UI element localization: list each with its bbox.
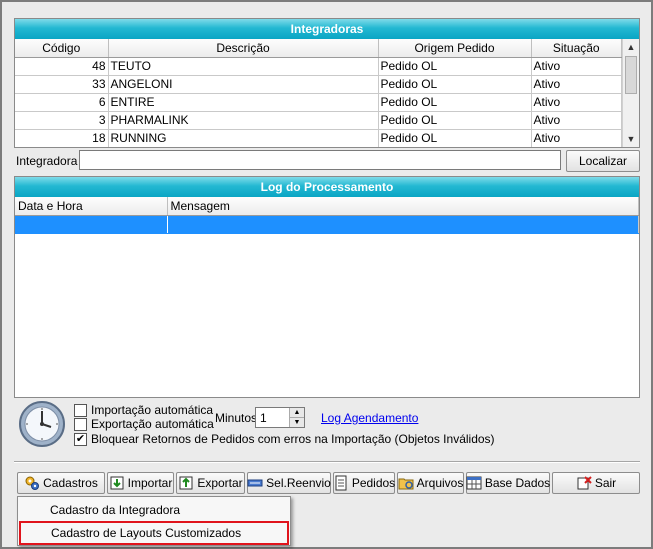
importar-label: Importar [127,476,173,490]
scroll-thumb[interactable] [625,56,637,94]
integradoras-title: Integradoras [15,19,639,39]
scroll-up-icon[interactable]: ▲ [623,39,639,55]
importar-button[interactable]: Importar [107,472,174,494]
col-situacao[interactable]: Situação [531,39,622,58]
sel-reenvio-button[interactable]: Sel.Reenvio [247,472,331,494]
exportar-label: Exportar [197,476,243,490]
pedidos-label: Pedidos [351,476,396,490]
stepper-up-icon[interactable]: ▲ [289,408,304,418]
block-returns-option[interactable]: ✔ Bloquear Retornos de Pedidos com erros… [74,432,495,446]
exportar-button[interactable]: Exportar [176,472,245,494]
export-auto-label: Exportação automática [91,417,214,431]
minutes-label: Minutos [215,411,258,425]
base-dados-label: Base Dados [484,476,551,490]
table-row[interactable]: 6 ENTIRE Pedido OL Ativo [15,93,622,112]
resend-icon [247,475,263,491]
table-row[interactable]: 18 RUNNING Pedido OL Ativo [15,129,622,147]
table-row[interactable]: 33 ANGELONI Pedido OL Ativo [15,75,622,94]
cell-codigo: 48 [15,57,109,76]
minutes-stepper[interactable]: 1 ▲ ▼ [255,407,305,428]
cell-origem: Pedido OL [378,111,532,130]
cell-codigo: 6 [15,93,109,112]
main-window: Integradoras Código Descrição Origem Ped… [0,0,653,549]
cell-origem: Pedido OL [378,129,532,147]
integradora-input[interactable] [79,150,561,170]
log-title: Log do Processamento [15,177,639,197]
table-row[interactable]: 48 TEUTO Pedido OL Ativo [15,57,622,76]
cell-codigo: 3 [15,111,109,130]
arquivos-label: Arquivos [416,476,464,490]
cadastros-button[interactable]: Cadastros [17,472,105,494]
toolbar-divider [14,461,640,463]
cell-data-hora [15,215,168,234]
block-returns-checkbox[interactable]: ✔ [74,432,87,446]
cell-situacao: Ativo [531,129,622,147]
localizar-button[interactable]: Localizar [566,150,640,172]
cell-situacao: Ativo [531,75,622,94]
log-agendamento-link[interactable]: Log Agendamento [321,411,418,425]
document-icon [333,475,349,491]
col-codigo[interactable]: Código [15,39,109,58]
cell-mensagem [167,215,639,234]
selected-row[interactable] [15,215,639,234]
clock-icon [18,400,66,448]
cell-descricao: TEUTO [108,57,379,76]
cell-situacao: Ativo [531,111,622,130]
import-auto-label: Importação automática [91,403,214,417]
integradoras-panel: Integradoras Código Descrição Origem Ped… [14,18,640,148]
cell-situacao: Ativo [531,57,622,76]
stepper-down-icon[interactable]: ▼ [289,418,304,427]
sair-button[interactable]: Sair [552,472,640,494]
sair-label: Sair [594,476,617,490]
import-icon [109,475,125,491]
export-auto-checkbox[interactable] [74,417,87,431]
arquivos-button[interactable]: Arquivos [397,472,464,494]
col-origem[interactable]: Origem Pedido [378,39,532,58]
base-dados-button[interactable]: Base Dados [466,472,550,494]
gears-icon [24,475,40,491]
col-mensagem[interactable]: Mensagem [167,197,639,216]
scroll-down-icon[interactable]: ▼ [623,131,639,147]
integradora-label: Integradora [16,154,78,168]
menu-item-cadastro-layouts[interactable]: Cadastro de Layouts Customizados [19,521,289,545]
export-icon [178,475,194,491]
cell-origem: Pedido OL [378,93,532,112]
cell-situacao: Ativo [531,93,622,112]
export-auto-option[interactable]: Exportação automática [74,417,214,431]
minutes-value[interactable]: 1 [260,411,267,425]
log-table: Data e Hora Mensagem [15,197,639,234]
grid-icon [466,475,482,491]
localizar-label: Localizar [578,154,628,168]
cell-codigo: 33 [15,75,109,94]
import-auto-option[interactable]: Importação automática [74,403,213,417]
folder-icon [398,475,414,491]
import-auto-checkbox[interactable] [74,403,87,417]
exit-icon [576,475,592,491]
sel-reenvio-label: Sel.Reenvio [266,476,331,490]
log-panel: Log do Processamento Data e Hora Mensage… [14,176,640,398]
cadastros-menu: Cadastro da Integradora Cadastro de Layo… [17,496,291,546]
col-data-hora[interactable]: Data e Hora [15,197,168,216]
cell-descricao: RUNNING [108,129,379,147]
table-row[interactable]: 3 PHARMALINK Pedido OL Ativo [15,111,622,130]
integradoras-scrollbar[interactable]: ▲ ▼ [622,39,639,147]
cell-descricao: ANGELONI [108,75,379,94]
cell-descricao: PHARMALINK [108,111,379,130]
cell-codigo: 18 [15,129,109,147]
cell-descricao: ENTIRE [108,93,379,112]
cell-origem: Pedido OL [378,57,532,76]
col-descricao[interactable]: Descrição [108,39,379,58]
integradoras-table: Código Descrição Origem Pedido Situação … [15,39,622,147]
cell-origem: Pedido OL [378,75,532,94]
cadastros-label: Cadastros [43,476,98,490]
menu-item-cadastro-integradora[interactable]: Cadastro da Integradora [18,499,290,521]
block-returns-label: Bloquear Retornos de Pedidos com erros n… [91,432,495,446]
pedidos-button[interactable]: Pedidos [333,472,395,494]
